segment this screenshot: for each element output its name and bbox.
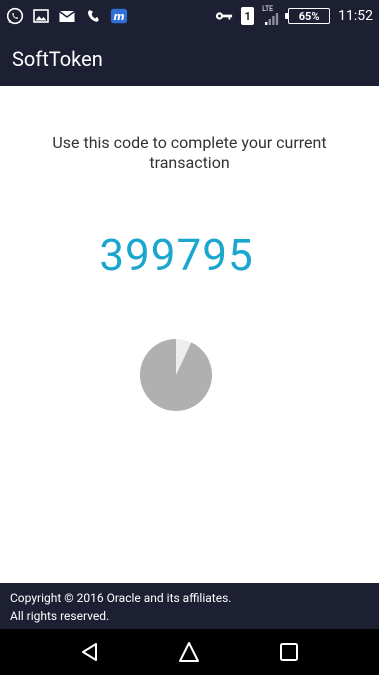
system-indicators: 1 LTE 65% 11:52: [215, 0, 373, 32]
m-app-icon: m: [110, 7, 128, 25]
sim-slot-badge: 1: [241, 7, 255, 25]
otp-code: 399795: [99, 229, 254, 281]
app-bar: SoftToken: [0, 32, 379, 86]
app-title: SoftToken: [12, 47, 103, 71]
countdown-timer-pie: [140, 339, 212, 411]
svg-text:m: m: [113, 10, 124, 23]
home-button[interactable]: [174, 637, 204, 667]
vpn-key-icon: [215, 7, 233, 25]
recents-icon: [280, 643, 299, 661]
navigation-bar: [0, 629, 379, 675]
status-bar: m 1 LTE 65% 11:52: [0, 0, 379, 32]
instruction-text: Use this code to complete your current t…: [52, 133, 327, 172]
copyright-footer: Copyright © 2016 Oracle and its affiliat…: [0, 583, 379, 629]
back-button[interactable]: [75, 637, 105, 667]
gallery-icon: [32, 7, 50, 25]
mail-icon: [58, 7, 76, 25]
battery-indicator: 65%: [285, 8, 331, 24]
status-clock: 11:52: [338, 8, 373, 24]
rights-text: All rights reserved.: [10, 609, 110, 623]
signal-icon: LTE: [262, 5, 280, 26]
timer-elapsed-slice: [140, 339, 212, 411]
notification-icons: m: [0, 7, 128, 25]
copyright-text: Copyright © 2016 Oracle and its affiliat…: [10, 591, 232, 605]
whatsapp-icon: [6, 7, 24, 25]
softtoken-screen: m 1 LTE 65% 11:52 SoftToken Use this cod…: [0, 0, 379, 675]
back-icon: [81, 643, 97, 661]
home-icon: [179, 642, 200, 662]
recents-button[interactable]: [274, 637, 304, 667]
token-content: Use this code to complete your current t…: [0, 86, 379, 583]
missed-call-icon: [84, 7, 102, 25]
